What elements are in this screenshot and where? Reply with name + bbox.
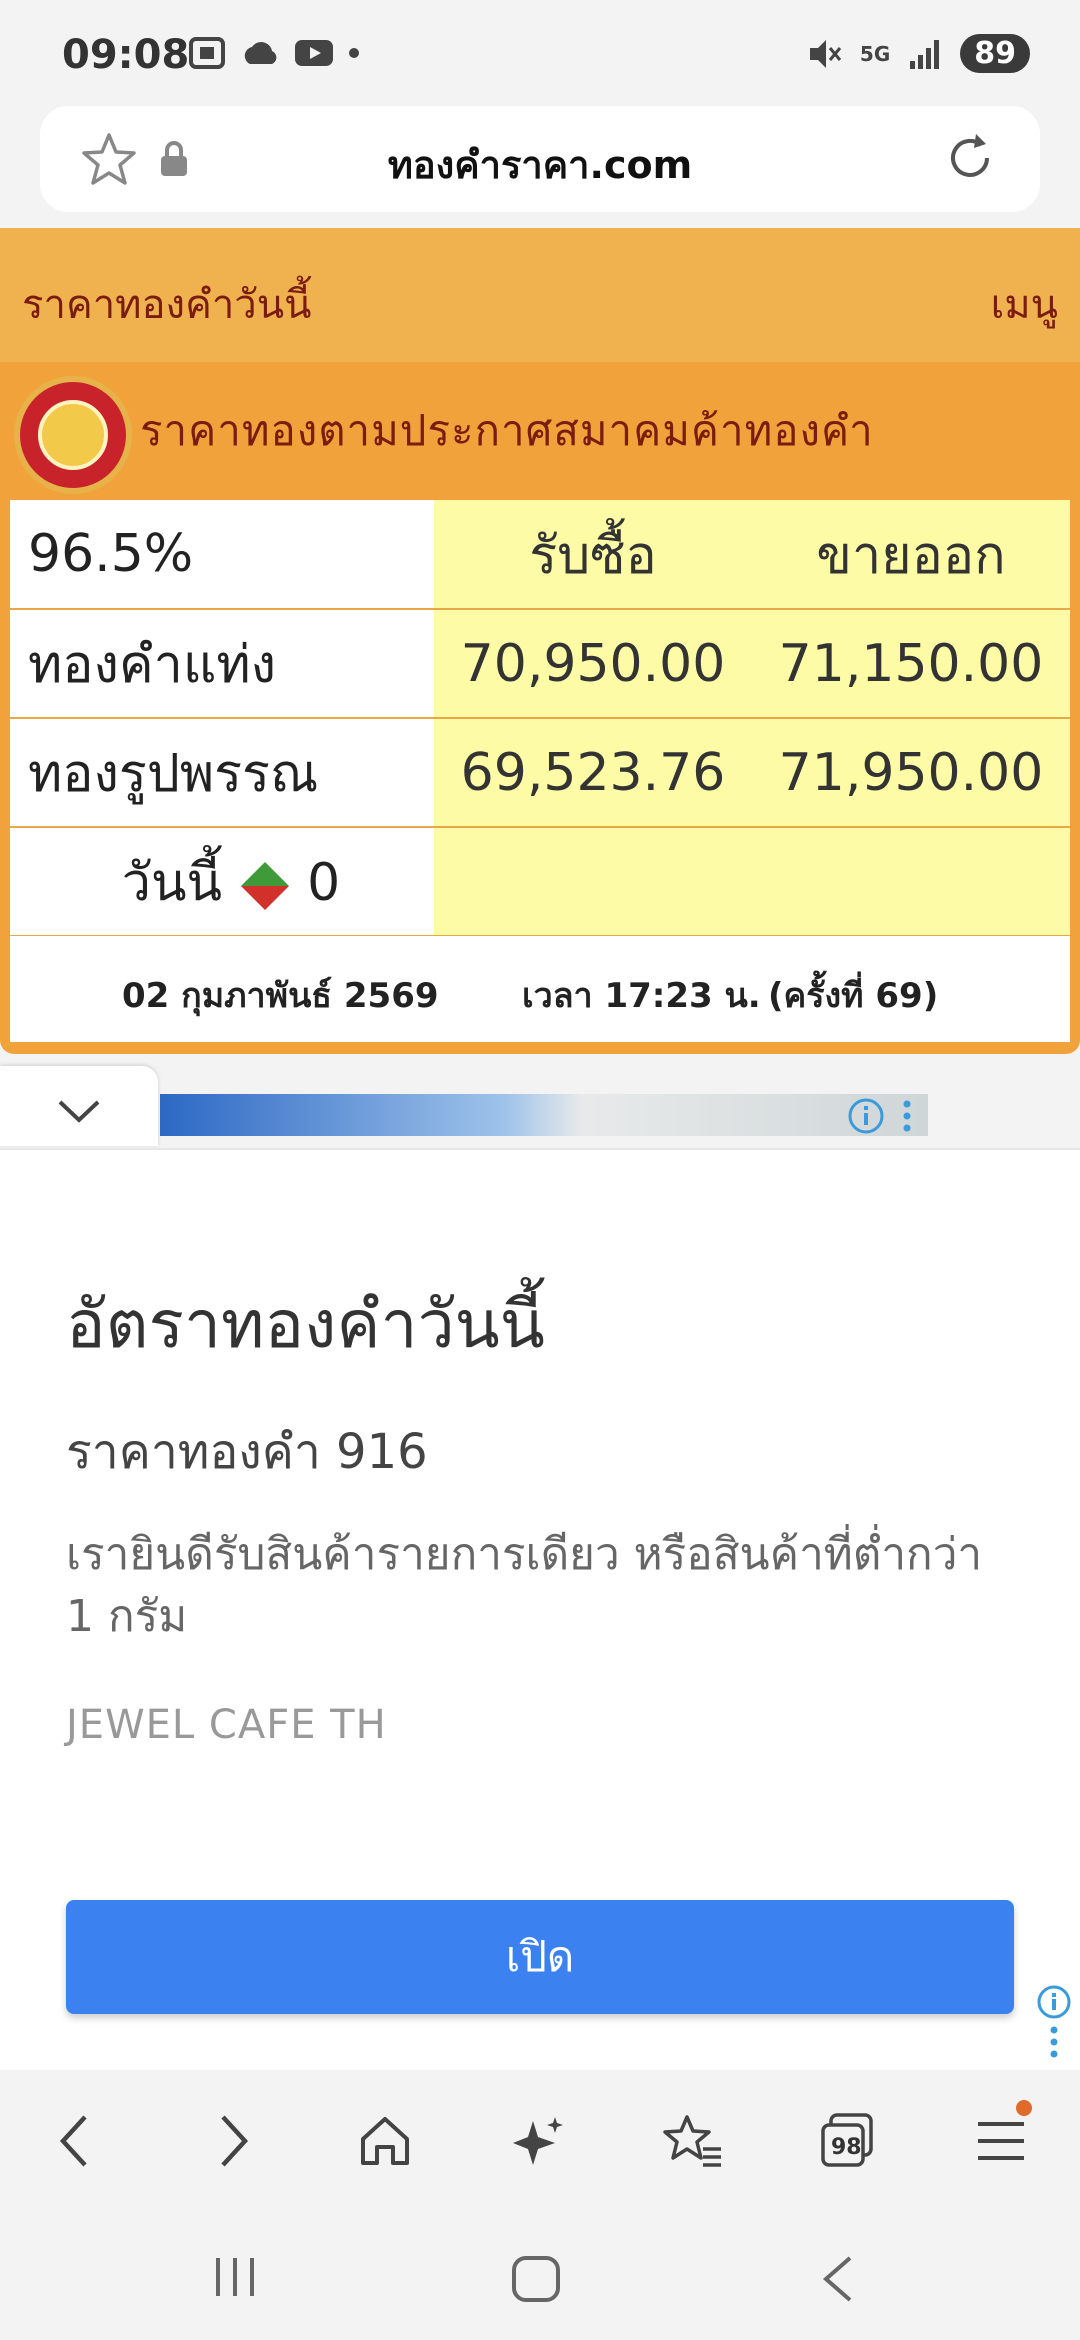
gold-ornament-sell-price: 71,950.00 — [752, 718, 1070, 828]
chevron-down-icon[interactable] — [54, 1096, 104, 1126]
network-type: 5G — [859, 41, 891, 66]
empty-cell — [434, 827, 752, 937]
association-logo — [14, 376, 132, 494]
up-down-indicator-icon — [240, 862, 289, 910]
gold-bar-buy-price: 70,950.00 — [434, 609, 752, 719]
status-notifications — [188, 36, 360, 70]
main-menu-button[interactable] — [966, 2100, 1036, 2176]
ad-collapse-toggle[interactable] — [0, 1066, 158, 1146]
gold-bar-sell-price: 71,150.00 — [752, 609, 1070, 719]
star-list-icon[interactable] — [663, 2113, 723, 2169]
table-row: ทองคำแท่ง 70,950.00 71,150.00 — [10, 609, 1070, 719]
back-button[interactable] — [40, 2106, 110, 2176]
notification-dot — [1016, 2100, 1032, 2116]
mute-icon — [809, 39, 842, 68]
status-system-icons: 5G 89 — [806, 34, 1030, 73]
recent-apps-icon[interactable] — [210, 2254, 260, 2300]
gold-bar-label: ทองคำแท่ง — [10, 609, 434, 719]
ad-banner-image[interactable] — [160, 1094, 928, 1136]
status-bar: 09:08 5G 89 — [0, 0, 1080, 100]
announcement-time: เวลา 17:23 น. — [522, 976, 761, 1016]
ad-subtitle[interactable]: ราคาทองคำ 916 — [66, 1414, 428, 1490]
signal-icon — [910, 39, 940, 69]
empty-cell — [752, 827, 1070, 937]
gold-ornament-label: ทองรูปพรรณ — [10, 718, 434, 828]
chevron-left-icon[interactable] — [55, 2111, 95, 2171]
page-title[interactable]: ราคาทองคำวันนี้ — [22, 272, 311, 336]
announcement-date-row: 02 กุมภาพันธ์ 2569 เวลา 17:23 น. (ครั้งท… — [10, 936, 1070, 1042]
bookmarks-button[interactable] — [658, 2106, 728, 2176]
address-bar[interactable]: ทองคำราคา.com — [40, 106, 1040, 212]
gold-price-table: 96.5% รับซื้อ ขายออก ทองคำแท่ง 70,950.00… — [10, 500, 1070, 937]
announcement-round: (ครั้งที่ 69) — [768, 976, 939, 1016]
screenshot-icon — [189, 37, 225, 69]
announcement-date: 02 กุมภาพันธ์ 2569 — [122, 976, 439, 1016]
table-header-row: 96.5% รับซื้อ ขายออก — [10, 500, 1070, 610]
page-header: ราคาทองคำวันนี้ เมนู — [0, 228, 1080, 362]
menu-link[interactable]: เมนู — [991, 272, 1058, 336]
today-label: วันนี้ — [121, 853, 223, 913]
association-title: ราคาทองตามประกาศสมาคมค้าทองคำ — [140, 406, 874, 455]
ad-brand: JEWEL CAFE TH — [66, 1702, 387, 1748]
ad-title[interactable]: อัตราทองคำวันนี้ — [66, 1272, 545, 1377]
purity-label: 96.5% — [10, 500, 434, 610]
chevron-right-icon[interactable] — [213, 2111, 253, 2171]
sparkle-icon[interactable] — [511, 2113, 567, 2169]
ad-description: เรายินดีรับสินค้ารายการเดียว หรือสินค้าท… — [66, 1529, 983, 1642]
today-change-cell: วันนี้ 0 — [10, 827, 434, 937]
buy-header: รับซื้อ — [434, 500, 752, 610]
home-icon[interactable] — [357, 2113, 413, 2169]
tabs-button[interactable]: 98 — [812, 2106, 882, 2176]
hamburger-menu-icon[interactable] — [974, 2116, 1028, 2166]
back-navigation-icon[interactable] — [818, 2254, 858, 2304]
today-change-row: วันนี้ 0 — [10, 827, 1070, 937]
reload-icon[interactable] — [940, 128, 1000, 188]
ad-info-icon[interactable] — [846, 1096, 886, 1136]
gold-price-card: ราคาทองตามประกาศสมาคมค้าทองคำ 96.5% รับซ… — [0, 362, 1080, 1054]
battery-level: 89 — [960, 34, 1030, 73]
sell-header: ขายออก — [752, 500, 1070, 610]
home-button[interactable] — [350, 2106, 420, 2176]
association-logo-emblem — [38, 400, 108, 470]
ad-choices[interactable] — [1034, 1984, 1074, 2068]
home-navigation-icon[interactable] — [510, 2254, 562, 2304]
ad-card[interactable]: อัตราทองคำวันนี้ ราคาทองคำ 916 เรายินดีร… — [0, 1148, 1080, 2070]
ad-info-icon[interactable] — [1034, 1984, 1074, 2064]
forward-button[interactable] — [198, 2106, 268, 2176]
cloud-icon — [244, 42, 277, 64]
url-text[interactable]: ทองคำราคา.com — [40, 134, 1040, 195]
youtube-icon — [295, 40, 333, 66]
dot-icon — [349, 48, 359, 58]
status-time: 09:08 — [62, 32, 190, 78]
tab-count: 98 — [831, 2135, 862, 2160]
system-navigation-bar — [0, 2210, 1080, 2340]
today-change-value: 0 — [307, 853, 341, 913]
ai-assist-button[interactable] — [504, 2106, 574, 2176]
table-row: ทองรูปพรรณ 69,523.76 71,950.00 — [10, 718, 1070, 828]
gold-ornament-buy-price: 69,523.76 — [434, 718, 752, 828]
ad-more-icon[interactable] — [900, 1096, 914, 1136]
ad-open-button[interactable]: เปิด — [66, 1900, 1014, 2014]
browser-toolbar: 98 — [0, 2070, 1080, 2210]
